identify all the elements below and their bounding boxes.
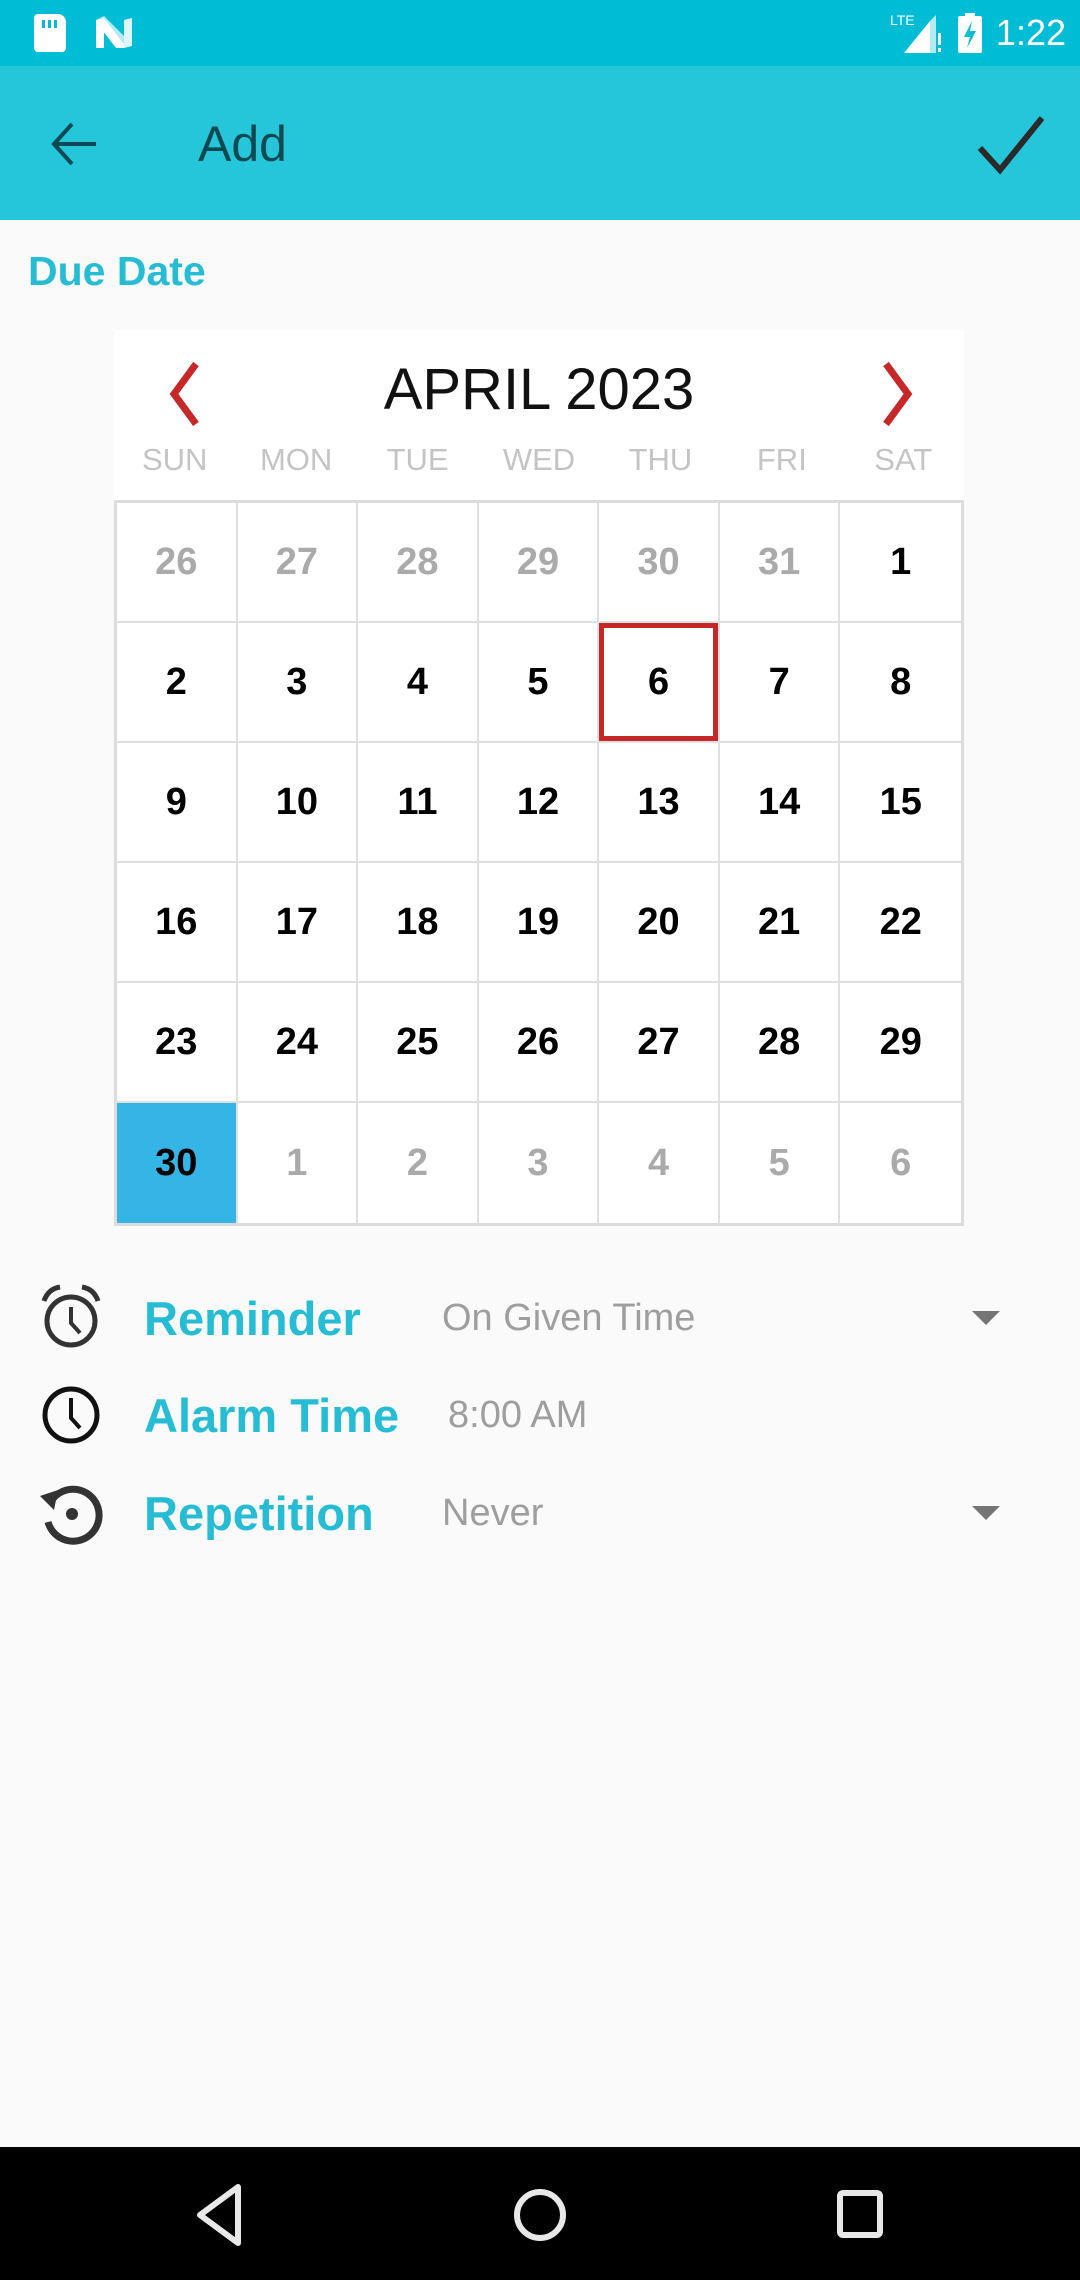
weekday-label: WED (502, 442, 576, 477)
day-cell[interactable]: 21 (719, 863, 841, 983)
day-cell[interactable]: 2 (117, 623, 238, 743)
day-cell[interactable]: 26 (478, 983, 600, 1103)
day-cell[interactable]: 12 (478, 743, 600, 863)
n-logo-icon (96, 16, 132, 48)
home-icon[interactable] (500, 2175, 580, 2255)
month-label: APRIL 2023 (383, 357, 695, 422)
arrow-left-icon[interactable] (44, 116, 104, 172)
alarm-time-value[interactable]: 8:00 AM (448, 1394, 587, 1437)
reminder-select[interactable]: On Given Time (442, 1297, 695, 1340)
weekday-label: SUN (141, 442, 208, 477)
weekday-label: SAT (874, 442, 933, 477)
page-title: Add (198, 116, 287, 172)
day-cell[interactable]: 3 (479, 1103, 600, 1223)
sd-card-icon (34, 14, 66, 52)
alarm-clock-icon (41, 1284, 101, 1348)
day-cell-selected[interactable]: 30 (117, 1103, 238, 1223)
battery-charging-icon (957, 13, 982, 53)
day-cell[interactable]: 11 (358, 743, 479, 863)
alarm-time-row[interactable]: Alarm Time 8:00 AM (0, 1370, 1080, 1460)
weekday-label: MON (259, 442, 333, 477)
repetition-row[interactable]: Repetition Never (0, 1468, 1080, 1558)
day-cell[interactable]: 1 (238, 1103, 359, 1223)
weekday-label: FRI (756, 442, 807, 477)
clock-time: 1:22 (995, 12, 1066, 53)
recents-icon[interactable] (820, 2175, 900, 2255)
day-cell[interactable]: 4 (358, 623, 479, 743)
day-cell[interactable]: 24 (237, 983, 359, 1103)
day-cell[interactable]: 15 (840, 743, 961, 863)
app-toolbar: Add (0, 66, 1080, 220)
day-cell[interactable]: 23 (117, 983, 238, 1103)
calendar: APRIL 2023 SUN MON TUE WED THU FRI SAT 2… (114, 330, 964, 1226)
reminder-label: Reminder (144, 1291, 361, 1345)
lte-signal-icon: LTE (890, 12, 941, 53)
day-cell[interactable]: 18 (358, 863, 479, 983)
repetition-dropdown-icon[interactable] (972, 1506, 1000, 1520)
day-cell[interactable]: 27 (237, 503, 359, 623)
status-bar: LTE 1:22 (0, 0, 1080, 66)
due-date-label: Due Date (28, 248, 206, 294)
chevron-right-icon[interactable] (860, 358, 930, 428)
reminder-dropdown-icon[interactable] (972, 1311, 1000, 1325)
day-cell[interactable]: 2 (358, 1103, 479, 1223)
day-cell[interactable]: 3 (237, 623, 359, 743)
day-cell[interactable]: 4 (599, 1103, 720, 1223)
day-cell[interactable]: 20 (599, 863, 720, 983)
day-cell[interactable]: 30 (599, 503, 720, 623)
day-cell[interactable]: 17 (237, 863, 359, 983)
day-cell[interactable]: 22 (840, 863, 961, 983)
day-cell[interactable]: 5 (478, 623, 600, 743)
day-cell[interactable]: 19 (478, 863, 600, 983)
day-cell[interactable]: 27 (599, 983, 720, 1103)
day-cell[interactable]: 26 (117, 503, 238, 623)
weekday-label: THU (628, 442, 693, 477)
repetition-select[interactable]: Never (442, 1492, 543, 1535)
day-cell[interactable]: 13 (599, 743, 720, 863)
back-icon[interactable] (180, 2175, 260, 2255)
system-nav-bar (0, 2147, 1080, 2280)
day-cell[interactable]: 6 (840, 1103, 961, 1223)
day-cell[interactable]: 14 (719, 743, 841, 863)
weekday-label: TUE (386, 442, 449, 477)
repeat-icon (40, 1485, 103, 1545)
clock-icon (42, 1386, 100, 1444)
day-cell[interactable]: 7 (719, 623, 841, 743)
day-cell[interactable]: 16 (117, 863, 238, 983)
reminder-row[interactable]: Reminder On Given Time (0, 1273, 1080, 1363)
weekday-header: SUN MON TUE WED THU FRI SAT (114, 442, 964, 478)
alarm-time-label: Alarm Time (144, 1388, 400, 1442)
day-cell-today[interactable]: 6 (599, 623, 720, 743)
day-cell[interactable]: 29 (840, 983, 961, 1103)
day-cell[interactable]: 25 (358, 983, 479, 1103)
calendar-grid: 26 27 28 29 30 31 1 2 3 4 5 6 7 8 9 10 11 12 13 14 15 16 17 18 1… (114, 500, 964, 1226)
calendar-header: APRIL 2023 (114, 330, 964, 450)
day-cell[interactable]: 10 (237, 743, 359, 863)
day-cell[interactable]: 9 (117, 743, 238, 863)
repetition-label: Repetition (144, 1486, 374, 1540)
check-icon[interactable] (972, 108, 1048, 180)
day-cell[interactable]: 29 (478, 503, 600, 623)
day-cell[interactable]: 5 (720, 1103, 841, 1223)
day-cell[interactable]: 28 (358, 503, 479, 623)
day-cell[interactable]: 28 (719, 983, 841, 1103)
day-cell[interactable]: 1 (840, 503, 961, 623)
svg-text:LTE: LTE (890, 12, 915, 28)
day-cell[interactable]: 31 (719, 503, 841, 623)
day-cell[interactable]: 8 (840, 623, 961, 743)
